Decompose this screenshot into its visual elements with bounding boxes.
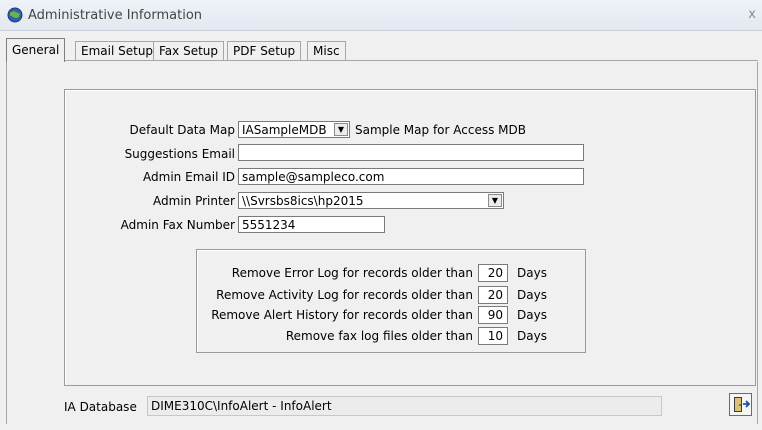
default-data-map-value: IASampleMDB (242, 123, 327, 137)
alert-history-days-input[interactable]: 90 (478, 306, 508, 324)
tab-fax-setup-label: Fax Setup (159, 44, 218, 58)
days-label: Days (517, 288, 547, 302)
retention-row-label: Remove Activity Log for records older th… (216, 288, 473, 302)
admin-fax-number-field[interactable]: 5551234 (238, 216, 385, 233)
tab-misc-label: Misc (313, 44, 340, 58)
retention-row-label: Remove Error Log for records older than (231, 266, 473, 280)
default-data-map-label: Default Data Map (129, 123, 235, 137)
app-globe-icon (7, 7, 23, 23)
suggestions-email-field[interactable] (238, 144, 584, 161)
exit-door-icon (734, 397, 751, 412)
close-icon[interactable]: x (748, 7, 756, 22)
title-bar: Administrative Information x (0, 0, 762, 31)
activity-log-days-input[interactable]: 20 (478, 286, 508, 304)
admin-email-id-field[interactable]: sample@sampleco.com (238, 168, 584, 185)
default-data-map-description: Sample Map for Access MDB (355, 123, 526, 137)
tab-divider (6, 60, 758, 61)
ia-database-value: DIME310C\InfoAlert - InfoAlert (147, 396, 662, 416)
admin-printer-label: Admin Printer (153, 194, 235, 208)
ia-database-label: IA Database (64, 400, 137, 414)
default-data-map-combo[interactable]: IASampleMDB ▼ (238, 121, 350, 138)
chevron-down-icon[interactable]: ▼ (334, 123, 348, 136)
admin-printer-combo[interactable]: \\Svrsbs8ics\hp2015 ▼ (238, 192, 504, 209)
days-label: Days (517, 329, 547, 343)
tab-pdf-setup-label: PDF Setup (233, 44, 296, 58)
suggestions-email-label: Suggestions Email (124, 147, 235, 161)
retention-row-label: Remove Alert History for records older t… (211, 308, 473, 322)
exit-button[interactable] (729, 393, 752, 416)
tab-general-label: General (12, 43, 60, 57)
fax-log-days-input[interactable]: 10 (478, 327, 508, 345)
window-title: Administrative Information (28, 8, 203, 23)
days-label: Days (517, 308, 547, 322)
tab-fax-setup[interactable]: Fax Setup (153, 41, 224, 60)
tab-misc[interactable]: Misc (307, 41, 346, 60)
tab-strip: General Email Setup Fax Setup PDF Setup … (6, 38, 758, 62)
days-label: Days (517, 266, 547, 280)
general-tab-content: Default Data Map IASampleMDB ▼ Sample Ma… (6, 62, 758, 424)
error-log-days-input[interactable]: 20 (478, 264, 508, 282)
admin-printer-value: \\Svrsbs8ics\hp2015 (242, 194, 364, 208)
tab-pdf-setup[interactable]: PDF Setup (227, 41, 302, 60)
tab-email-setup-label: Email Setup (81, 44, 154, 58)
retention-row-label: Remove fax log files older than (285, 329, 473, 343)
admin-email-id-label: Admin Email ID (143, 170, 235, 184)
admin-fax-number-label: Admin Fax Number (120, 218, 235, 232)
tab-general[interactable]: General (6, 38, 66, 62)
tab-email-setup[interactable]: Email Setup (75, 41, 160, 60)
chevron-down-icon[interactable]: ▼ (488, 194, 502, 207)
